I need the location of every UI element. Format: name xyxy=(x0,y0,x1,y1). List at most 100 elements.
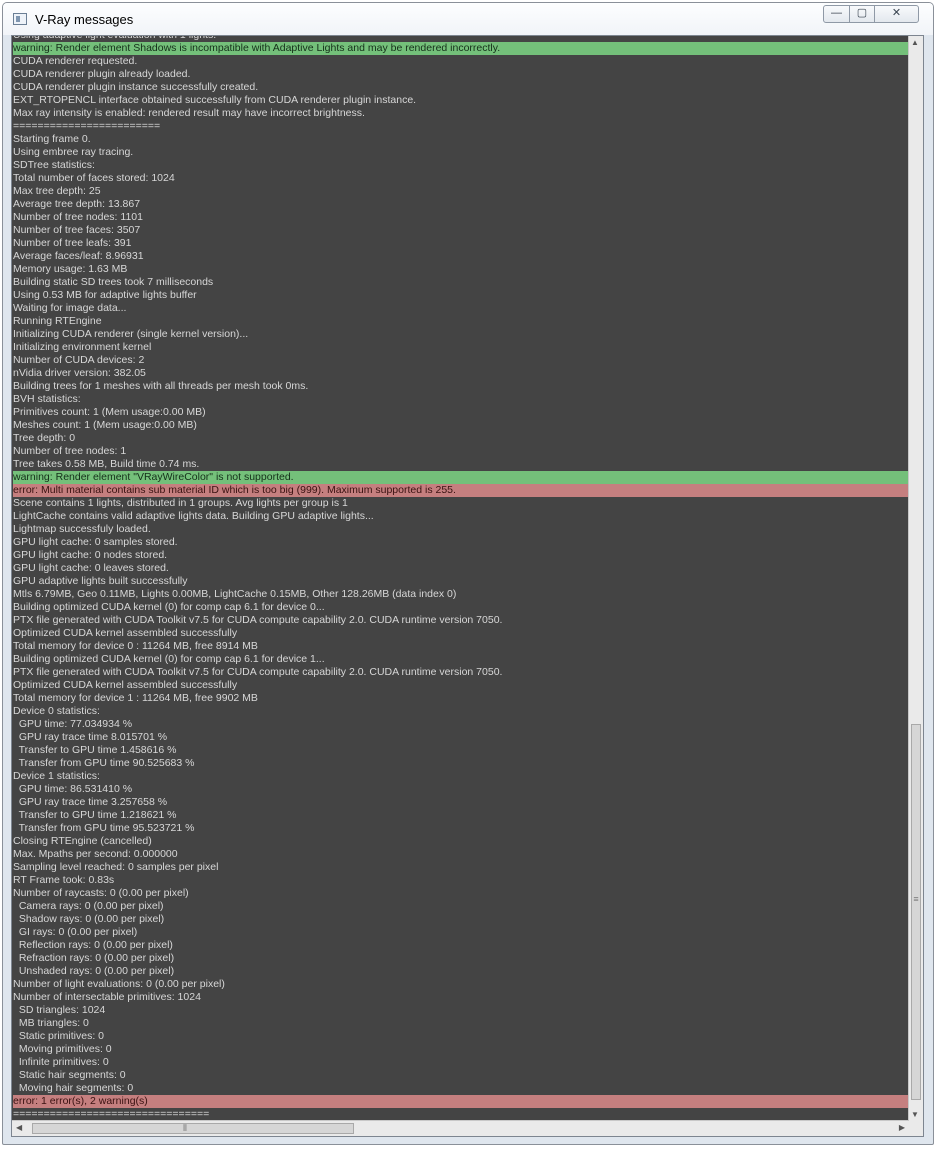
log-line: Transfer from GPU time 95.523721 % xyxy=(13,822,195,834)
vertical-scroll-thumb[interactable]: ≡ xyxy=(911,724,921,1100)
log-line: Number of tree nodes: 1 xyxy=(13,445,127,457)
log-line: Total memory for device 0 : 11264 MB, fr… xyxy=(13,640,258,652)
log-line: MB triangles: 0 xyxy=(13,1017,89,1029)
log-warning-line: warning: Render element "VRayWireColor" … xyxy=(13,471,910,484)
log-line: Static hair segments: 0 xyxy=(13,1069,126,1081)
close-button[interactable]: ✕ xyxy=(874,5,919,23)
log-line: Using embree ray tracing. xyxy=(13,146,134,158)
log-line: GPU time: 77.034934 % xyxy=(13,718,133,730)
log-line: Shadow rays: 0 (0.00 per pixel) xyxy=(13,913,165,925)
log-line: Number of tree faces: 3507 xyxy=(13,224,141,236)
title-bar[interactable]: V-Ray messages — ▢ ✕ xyxy=(3,3,933,35)
log-line: CUDA renderer requested. xyxy=(13,55,138,67)
log-line: Max ray intensity is enabled: rendered r… xyxy=(13,107,365,119)
log-line: Building optimized CUDA kernel (0) for c… xyxy=(13,601,325,613)
log-line: Building optimized CUDA kernel (0) for c… xyxy=(13,653,325,665)
window-title: V-Ray messages xyxy=(35,12,134,27)
log-line: Number of CUDA devices: 2 xyxy=(13,354,145,366)
log-line: GPU ray trace time 8.015701 % xyxy=(13,731,168,743)
log-line: Reflection rays: 0 (0.00 per pixel) xyxy=(13,939,173,951)
log-line: CUDA renderer plugin already loaded. xyxy=(13,68,191,80)
log-line: EXT_RTOPENCL interface obtained successf… xyxy=(13,94,417,106)
log-line: Initializing environment kernel xyxy=(13,341,152,353)
vray-messages-window: V-Ray messages — ▢ ✕ Using adaptive ligh… xyxy=(2,2,934,1145)
log-line: Tree depth: 0 xyxy=(13,432,76,444)
log-line: GI rays: 0 (0.00 per pixel) xyxy=(13,926,138,938)
log-line: Average tree depth: 13.867 xyxy=(13,198,141,210)
log-line: Number of intersectable primitives: 1024 xyxy=(13,991,201,1003)
grip-icon: ≡ xyxy=(913,894,919,904)
log-line: Initializing CUDA renderer (single kerne… xyxy=(13,328,249,340)
log-line: Moving hair segments: 0 xyxy=(13,1082,134,1094)
log-line: Number of tree nodes: 1101 xyxy=(13,211,143,223)
log-line: PTX file generated with CUDA Toolkit v7.… xyxy=(13,614,503,626)
log-line: PTX file generated with CUDA Toolkit v7.… xyxy=(13,666,503,678)
log-line: GPU adaptive lights built successfully xyxy=(13,575,188,587)
horizontal-scroll-thumb[interactable]: ⦀ xyxy=(32,1123,354,1134)
scrollbar-corner xyxy=(909,1121,923,1136)
log-line: Unshaded rays: 0 (0.00 per pixel) xyxy=(13,965,175,977)
log-line: Moving primitives: 0 xyxy=(13,1043,112,1055)
log-line: GPU time: 86.531410 % xyxy=(13,783,133,795)
log-line: Lightmap successfuly loaded. xyxy=(13,523,151,535)
log-line: SD triangles: 1024 xyxy=(13,1004,106,1016)
log-line: Average faces/leaf: 8.96931 xyxy=(13,250,144,262)
log-line: Transfer to GPU time 1.218621 % xyxy=(13,809,177,821)
message-log[interactable]: Using adaptive light evaluation with 1 l… xyxy=(11,35,924,1137)
log-line: Primitives count: 1 (Mem usage:0.00 MB) xyxy=(13,406,206,418)
log-line: Sampling level reached: 0 samples per pi… xyxy=(13,861,219,873)
log-line: CUDA renderer plugin instance successful… xyxy=(13,81,259,93)
log-line: Number of tree leafs: 391 xyxy=(13,237,132,249)
log-line: Device 0 statistics: xyxy=(13,705,100,717)
log-line: LightCache contains valid adaptive light… xyxy=(13,510,374,522)
log-line: Memory usage: 1.63 MB xyxy=(13,263,128,275)
log-warning-line: warning: Render element Shadows is incom… xyxy=(13,42,910,55)
scroll-down-arrow-icon[interactable]: ▼ xyxy=(911,1110,919,1119)
log-line: Transfer from GPU time 90.525683 % xyxy=(13,757,195,769)
log-line: Waiting for image data... xyxy=(13,302,127,314)
log-line: GPU light cache: 0 samples stored. xyxy=(13,536,178,548)
log-line: ======================== xyxy=(13,120,161,132)
log-line: Scene contains 1 lights, distributed in … xyxy=(13,497,348,509)
log-line: Infinite primitives: 0 xyxy=(13,1056,109,1068)
log-line: GPU light cache: 0 nodes stored. xyxy=(13,549,168,561)
log-line: Number of light evaluations: 0 (0.00 per… xyxy=(13,978,225,990)
log-line: Starting frame 0. xyxy=(13,133,91,145)
app-window-icon xyxy=(13,13,27,25)
log-line: GPU ray trace time 3.257658 % xyxy=(13,796,168,808)
log-line: Using adaptive light evaluation with 1 l… xyxy=(13,35,217,41)
log-line: Building trees for 1 meshes with all thr… xyxy=(13,380,309,392)
log-line: Tree takes 0.58 MB, Build time 0.74 ms. xyxy=(13,458,200,470)
scroll-right-arrow-icon[interactable]: ▶ xyxy=(899,1123,905,1132)
log-line: Total memory for device 1 : 11264 MB, fr… xyxy=(13,692,258,704)
log-line: SDTree statistics: xyxy=(13,159,95,171)
maximize-button[interactable]: ▢ xyxy=(849,5,875,23)
log-line: Transfer to GPU time 1.458616 % xyxy=(13,744,177,756)
log-line: BVH statistics: xyxy=(13,393,81,405)
log-line: Meshes count: 1 (Mem usage:0.00 MB) xyxy=(13,419,197,431)
log-line: GPU light cache: 0 leaves stored. xyxy=(13,562,169,574)
log-line: Total number of faces stored: 1024 xyxy=(13,172,175,184)
log-error-line: error: 1 error(s), 2 warning(s) xyxy=(13,1095,910,1108)
log-line: Closing RTEngine (cancelled) xyxy=(13,835,152,847)
log-line: nVidia driver version: 382.05 xyxy=(13,367,146,379)
log-line: Optimized CUDA kernel assembled successf… xyxy=(13,627,238,639)
log-line: Camera rays: 0 (0.00 per pixel) xyxy=(13,900,164,912)
log-line: Refraction rays: 0 (0.00 per pixel) xyxy=(13,952,175,964)
log-line: Max. Mpaths per second: 0.000000 xyxy=(13,848,178,860)
log-line: Optimized CUDA kernel assembled successf… xyxy=(13,679,238,691)
grip-icon: ⦀ xyxy=(183,1123,187,1133)
log-lines: Using adaptive light evaluation with 1 l… xyxy=(13,35,910,1121)
log-line: Using 0.53 MB for adaptive lights buffer xyxy=(13,289,197,301)
log-line: Static primitives: 0 xyxy=(13,1030,105,1042)
minimize-button[interactable]: — xyxy=(823,5,850,23)
log-line: Max tree depth: 25 xyxy=(13,185,101,197)
log-line: Building static SD trees took 7 millisec… xyxy=(13,276,214,288)
horizontal-scrollbar[interactable]: ◀ ⦀ ▶ xyxy=(12,1120,909,1136)
log-line: Device 1 statistics: xyxy=(13,770,100,782)
vertical-scrollbar[interactable]: ▲ ≡ ▼ xyxy=(908,36,923,1121)
scroll-up-arrow-icon[interactable]: ▲ xyxy=(911,38,919,47)
log-line: Running RTEngine xyxy=(13,315,102,327)
scroll-left-arrow-icon[interactable]: ◀ xyxy=(16,1123,22,1132)
log-error-line: error: Multi material contains sub mater… xyxy=(13,484,910,497)
